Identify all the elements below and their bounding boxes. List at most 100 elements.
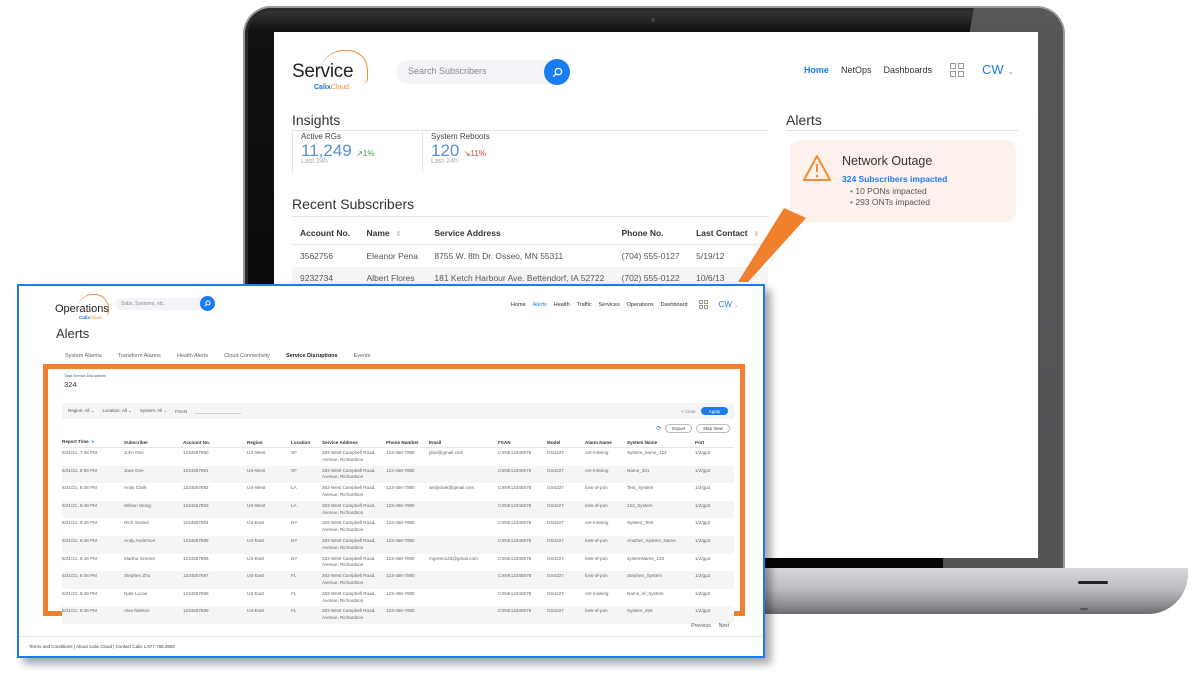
nav-dashboard[interactable]: Dashboard xyxy=(661,302,688,308)
column-header[interactable]: Service Address xyxy=(322,437,386,448)
ops-search-input[interactable]: Subs, Systems, etc. xyxy=(115,298,207,310)
column-header[interactable]: Location xyxy=(291,437,322,448)
subscribers-impacted-link[interactable]: 324 Subscribers impacted xyxy=(842,174,947,184)
next-page-button[interactable]: Next xyxy=(719,623,729,629)
column-header[interactable]: FSAN xyxy=(498,437,547,448)
user-menu[interactable]: CW ⌄ xyxy=(719,300,739,309)
tab-events[interactable]: Events xyxy=(354,353,371,359)
search-button[interactable] xyxy=(544,59,570,85)
table-cell: GS4227 xyxy=(547,606,585,624)
table-cell xyxy=(429,571,498,589)
table-row[interactable]: 5/31/21, 6:48 PM Alex Nielson 1234567899 US… xyxy=(62,606,734,624)
insight-card-active-rgs[interactable]: Active RGs 11,249 ↗1% Last 24h xyxy=(292,132,374,172)
footer-links[interactable]: Terms and Conditions | About Calix Cloud… xyxy=(19,636,763,649)
tab-transform-alarms[interactable]: Transform Alarms xyxy=(118,353,161,359)
column-header[interactable]: Alarm Name xyxy=(585,437,627,448)
table-cell: loss-of-pon xyxy=(585,606,627,624)
table-row[interactable]: 5/31/21, 6:48 PM Nate Lucas 1234567898 US-E… xyxy=(62,589,734,607)
tab-service-disruptions[interactable]: Service Disruptions xyxy=(286,353,338,359)
table-cell: 123-456-7890 xyxy=(386,590,415,596)
service-logo[interactable]: Service CalixCloud xyxy=(292,50,372,94)
column-header[interactable]: Model xyxy=(547,437,585,448)
map-view-button[interactable]: Map View xyxy=(696,424,730,433)
column-header[interactable]: Port xyxy=(695,437,734,448)
tab-health-alerts[interactable]: Health Alerts xyxy=(177,353,208,359)
column-header[interactable]: System Name xyxy=(627,437,695,448)
table-cell: andyclark@gmail.com xyxy=(429,485,475,491)
region-filter-dropdown[interactable]: Region: All ⌄ xyxy=(68,408,95,414)
table-cell: mgreen123@gmail.com xyxy=(429,555,478,561)
user-menu[interactable]: CW ⌄ xyxy=(982,62,1014,77)
app-grid-icon[interactable] xyxy=(950,62,964,77)
insight-card-system-reboots[interactable]: System Reboots 120 ↘11% Last 24h xyxy=(422,132,490,172)
column-header[interactable]: Service Address xyxy=(426,222,614,245)
table-cell: 1234567897 xyxy=(183,571,247,589)
export-button[interactable]: Export xyxy=(665,424,693,433)
table-cell: NY xyxy=(291,535,322,554)
column-header[interactable]: Account No. xyxy=(292,222,359,245)
previous-page-button[interactable]: Previous xyxy=(691,623,710,629)
table-row[interactable]: 5/31/21, 7:48 PM John Doe 1234567890 US-Wes… xyxy=(62,448,734,466)
alerts-title: Alerts xyxy=(786,112,822,128)
nav-health[interactable]: Health xyxy=(554,302,570,308)
nav-dashboards[interactable]: Dashboards xyxy=(883,65,932,75)
fsan-input[interactable] xyxy=(195,408,242,414)
clear-filters-button[interactable]: × Clear xyxy=(681,409,696,414)
column-header[interactable]: Email xyxy=(429,437,498,448)
tab-cloud-connectivity[interactable]: Cloud Connectivity xyxy=(224,353,270,359)
system-filter-dropdown[interactable]: System: All ⌄ xyxy=(140,408,167,414)
subscriber-search-input[interactable]: Search Subscribers xyxy=(396,60,564,84)
table-row[interactable]: 5/31/21, 6:58 PM Jane Doe 1234567891 US-Wes… xyxy=(62,465,734,484)
column-header[interactable]: Region xyxy=(247,437,291,448)
tab-system-alarms[interactable]: System Alarms xyxy=(65,353,102,359)
table-cell: Wilson Wong xyxy=(124,500,183,519)
table-cell xyxy=(429,500,498,519)
column-header[interactable]: Phone Number xyxy=(386,437,429,448)
table-cell: 1234567895 xyxy=(183,535,247,554)
table-row[interactable]: 5/31/21, 6:48 PM Stephen Zhu 1234567897 US-… xyxy=(62,571,734,589)
app-grid-icon[interactable] xyxy=(698,300,708,309)
nav-traffic[interactable]: Traffic xyxy=(577,302,592,308)
table-cell: Andy Clark xyxy=(124,485,147,491)
table-row[interactable]: 5/31/21, 6:48 PM Rich Gomez 1234567894 US-E… xyxy=(62,518,734,536)
nav-alerts[interactable]: Alerts xyxy=(533,302,547,308)
nav-services[interactable]: Services xyxy=(599,302,620,308)
table-row[interactable]: 5/31/21, 6:48 PM Andy Anderson 1234567895 U… xyxy=(62,535,734,554)
nav-netops[interactable]: NetOps xyxy=(841,65,872,75)
sort-desc-icon[interactable]: ▾ xyxy=(92,439,94,444)
column-header[interactable]: Name ⇕ xyxy=(358,222,427,245)
table-cell: 1/2/gp2 xyxy=(695,500,734,519)
table-row[interactable]: 5/31/21, 6:48 PM Andy Clark 1234567892 US-W… xyxy=(62,483,734,501)
table-cell: 123-456-7890 xyxy=(386,465,429,484)
filter-bar: Region: All ⌄ Location: All ⌄ System: Al… xyxy=(62,403,734,419)
alert-tabs: System Alarms Transform Alarms Health Al… xyxy=(65,353,370,359)
table-cell: systemName_133 xyxy=(627,555,665,561)
table-cell: GS4227 xyxy=(547,450,564,455)
table-cell: 1/2/gp2 xyxy=(695,465,734,484)
table-cell: loss-of-pon xyxy=(585,485,608,491)
apply-button[interactable]: Apply xyxy=(700,407,728,415)
column-header[interactable]: Account No. xyxy=(183,437,247,448)
column-header[interactable]: Report Time ▾ xyxy=(62,437,124,448)
table-cell: ont-missing xyxy=(585,450,609,455)
column-header[interactable]: Last Contact ⇕ xyxy=(688,222,768,245)
network-outage-alert-card[interactable]: Network Outage 324 Subscribers impacted … xyxy=(790,140,1016,222)
column-header[interactable]: Subscriber xyxy=(124,437,183,448)
nav-home[interactable]: Home xyxy=(804,65,829,75)
nav-operations[interactable]: Operations xyxy=(627,302,654,308)
search-button[interactable] xyxy=(200,296,215,311)
table-row[interactable]: 5/31/21, 6:48 PM Martha Greene 1234567896 U… xyxy=(62,554,734,572)
table-cell: ont-missing xyxy=(585,590,609,596)
table-cell: loss-of-pon xyxy=(585,571,627,589)
table-cell: CXNK12345678 xyxy=(498,590,532,596)
table-cell: CXNK12345678 xyxy=(498,500,547,519)
column-header[interactable]: Phone No. xyxy=(613,222,689,245)
operations-logo[interactable]: Operations CalixCloud xyxy=(55,294,115,322)
table-row[interactable]: 3562756 Eleanor Pena 8755 W. 8th Dr. Oss… xyxy=(292,245,768,268)
nav-home[interactable]: Home xyxy=(511,302,526,308)
table-cell: System_name_123 xyxy=(627,450,667,455)
table-row[interactable]: 5/31/21, 6:48 PM Wilson Wong 1234567893 US-… xyxy=(62,500,734,519)
location-filter-dropdown[interactable]: Location: All ⌄ xyxy=(103,408,132,414)
table-cell: 283 West Campbell Road, Avenue, Richards… xyxy=(322,485,376,497)
refresh-icon[interactable]: ⟳ xyxy=(656,425,661,432)
